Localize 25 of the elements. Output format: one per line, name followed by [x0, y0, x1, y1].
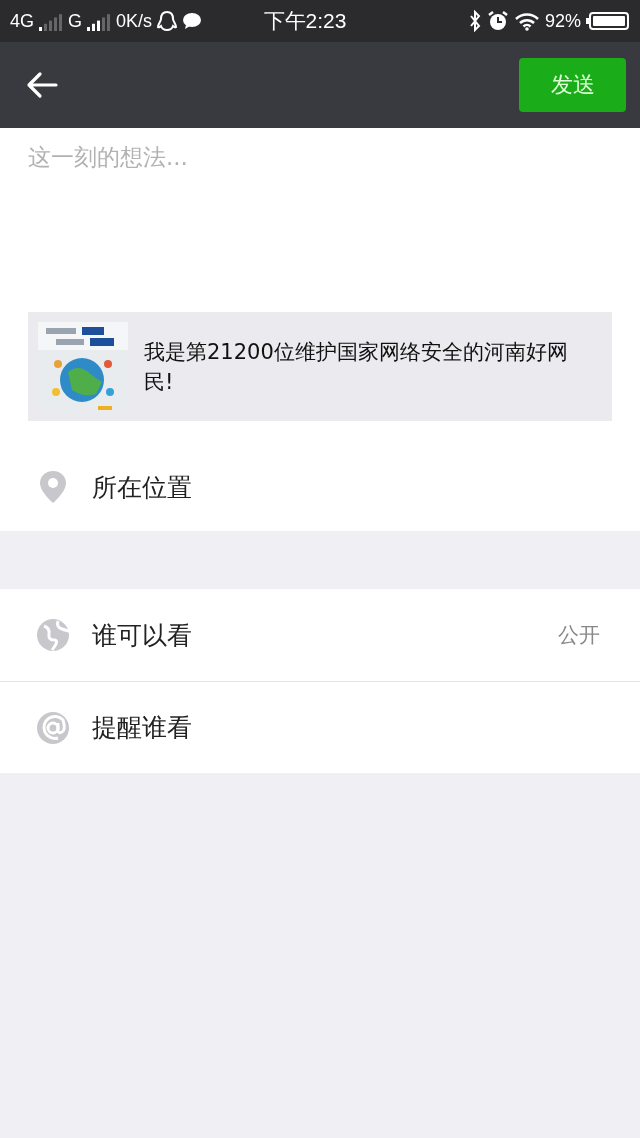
wifi-icon [513, 11, 540, 31]
clock-time: 下午2:23 [263, 8, 347, 34]
network-type: 4G [10, 10, 34, 32]
link-card[interactable]: 我是第21200位维护国家网络安全的河南好网民! [28, 312, 612, 421]
settings-row[interactable]: 谁可以看 公开 [0, 589, 640, 681]
link-title: 我是第21200位维护国家网络安全的河南好网民! [144, 338, 569, 396]
settings-row[interactable]: 所在位置 [0, 443, 640, 531]
row-value: 公开 [558, 622, 600, 649]
battery-icon [586, 11, 630, 31]
at-sign-icon [36, 710, 70, 745]
chat-bubble-icon [182, 12, 203, 30]
penguin-icon [157, 10, 178, 32]
back-button[interactable] [26, 71, 58, 99]
signal-icon [87, 11, 112, 31]
bluetooth-icon [467, 10, 482, 32]
location-pin-icon [37, 469, 69, 505]
composer-panel[interactable]: 这一刻的想法... 我是第21200位维护国家网络安全的河南好网民! [0, 128, 640, 443]
signal-icon [39, 11, 63, 31]
globe-icon [36, 618, 70, 652]
back-arrow-icon [26, 71, 58, 99]
alarm-clock-icon [486, 10, 509, 32]
network-type: G [68, 10, 83, 32]
network-speed: 0K/s [116, 10, 153, 32]
battery-percent: 92% [544, 10, 581, 32]
settings-row[interactable]: 提醒谁看 [0, 681, 640, 773]
